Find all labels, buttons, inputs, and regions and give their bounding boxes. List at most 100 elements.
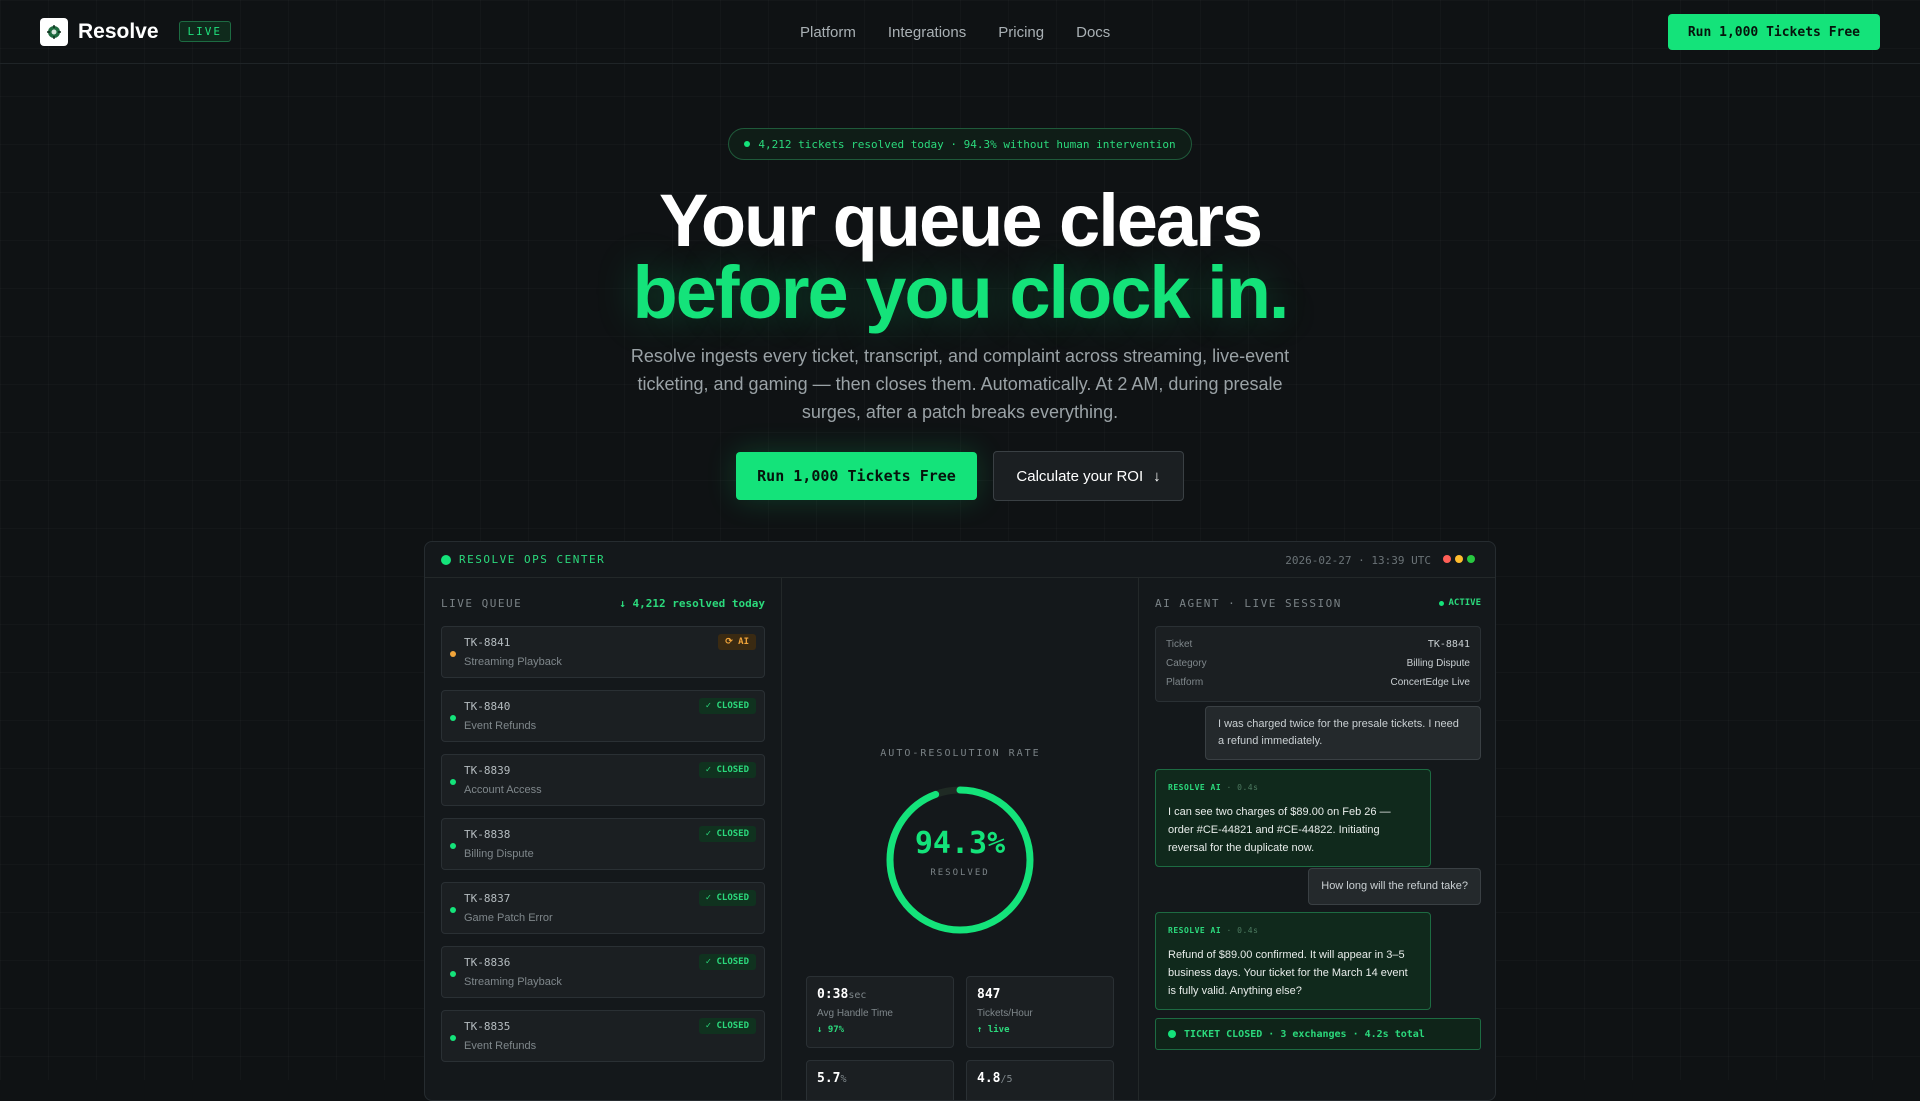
queue-status-dot-icon (450, 779, 456, 785)
metric-card: 0:38sec Avg Handle Time ↓ 97% (806, 976, 954, 1048)
ai-message-text: Refund of $89.00 confirmed. It will appe… (1168, 949, 1408, 997)
metric-label: Avg Handle Time (817, 1008, 893, 1019)
ticket-closed-bar: TICKET CLOSED · 3 exchanges · 4.2s total (1155, 1018, 1481, 1050)
metric-value: 5.7 (817, 1071, 841, 1086)
calculate-roi-button[interactable]: Calculate your ROI ↓ (993, 451, 1184, 501)
metric-unit: sec (848, 990, 867, 1001)
active-dot-icon (1439, 600, 1445, 606)
nav-link-docs[interactable]: Docs (1076, 24, 1110, 41)
window-controls (1443, 555, 1475, 563)
brand[interactable]: Resolve LIVE (40, 17, 232, 46)
metric-value: 847 (977, 987, 1001, 1002)
calculate-roi-label: Calculate your ROI (1016, 467, 1144, 485)
queue-item[interactable]: TK-8838 Billing Dispute ✓ CLOSED (441, 818, 765, 870)
queue-item[interactable]: TK-8837 Game Patch Error ✓ CLOSED (441, 882, 765, 934)
queue-status-badge: ✓ CLOSED (698, 1018, 756, 1034)
stats-pill-text: 4,212 tickets resolved today · 94.3% wit… (758, 137, 1176, 151)
resolution-rate-panel: AUTO-RESOLUTION RATE 94.3% RESOLVED 0:38… (782, 578, 1139, 1100)
ops-dashboard: RESOLVE OPS CENTER 2026-02-27 · 13:39 UT… (424, 541, 1496, 1101)
queue-ticket-category: Streaming Playback (464, 656, 562, 668)
ticket-info-value: TK-8841 (1427, 639, 1470, 650)
chat-message-ai: RESOLVE AI · 0.4s I can see two charges … (1155, 769, 1431, 867)
queue-status-dot-icon (450, 1035, 456, 1041)
arrow-down-icon: ↓ (1153, 467, 1161, 485)
active-status: ACTIVE (1448, 598, 1481, 608)
hero-subtitle: Resolve ingests every ticket, transcript… (630, 346, 1290, 422)
queue-status-badge: ✓ CLOSED (698, 890, 756, 906)
closed-dot-icon (1168, 1030, 1176, 1038)
ai-message-text: I can see two charges of $89.00 on Feb 2… (1168, 806, 1391, 854)
nav-link-integrations[interactable]: Integrations (888, 24, 966, 41)
queue-ticket-category: Event Refunds (464, 720, 537, 732)
queue-item[interactable]: TK-8836 Streaming Playback ✓ CLOSED (441, 946, 765, 998)
dashboard-timestamp: 2026-02-27 · 13:39 UTC (1285, 554, 1431, 567)
ai-response-time: · 0.4s (1226, 926, 1259, 935)
metric-value: 0:38 (817, 987, 849, 1002)
queue-status-dot-icon (450, 907, 456, 913)
live-queue-label: LIVE QUEUE (441, 596, 523, 610)
queue-status-dot-icon (450, 843, 456, 849)
queue-item[interactable]: TK-8840 Event Refunds ✓ CLOSED (441, 690, 765, 742)
metric-card: 847 Tickets/Hour ↑ live (966, 976, 1114, 1048)
queue-list: TK-8841 Streaming Playback ⟳ AI TK-8840 Even… (441, 626, 765, 1062)
dashboard-title: RESOLVE OPS CENTER (459, 553, 606, 566)
nav-links: Platform Integrations Pricing Docs (800, 0, 1110, 64)
queue-item[interactable]: TK-8839 Account Access ✓ CLOSED (441, 754, 765, 806)
nav-cta-button[interactable]: Run 1,000 Tickets Free (1667, 14, 1880, 50)
ticket-info-value: ConcertEdge Live (1390, 677, 1471, 688)
ai-tag: RESOLVE AI (1168, 926, 1222, 935)
queue-ticket-category: Billing Dispute (464, 848, 534, 860)
dashboard-header: RESOLVE OPS CENTER 2026-02-27 · 13:39 UT… (425, 542, 1495, 578)
nav-link-platform[interactable]: Platform (800, 24, 856, 41)
queue-status-badge: ✓ CLOSED (698, 698, 756, 714)
ticket-info-key: Ticket (1166, 639, 1193, 650)
headline-line-1: Your queue clears (658, 179, 1263, 262)
chat-message-ai: RESOLVE AI · 0.4s Refund of $89.00 confi… (1155, 912, 1431, 1010)
rate-value: 94.3% (914, 826, 1006, 861)
logo-icon (40, 17, 68, 46)
queue-status-badge: ✓ CLOSED (698, 762, 756, 778)
queue-status-dot-icon (450, 971, 456, 977)
agent-label: AI AGENT · LIVE SESSION (1155, 596, 1342, 610)
metric-card: 4.8/5 (966, 1060, 1114, 1100)
queue-item[interactable]: TK-8841 Streaming Playback ⟳ AI (441, 626, 765, 678)
headline-line-2: before you clock in. (632, 251, 1290, 334)
live-queue-panel: LIVE QUEUE ↓ 4,212 resolved today TK-884… (425, 578, 782, 1100)
rate-caption: RESOLVED (930, 868, 990, 878)
queue-status-badge: ⟳ AI (718, 634, 756, 650)
ticket-info-key: Platform (1166, 677, 1204, 688)
queue-status-dot-icon (450, 715, 456, 721)
nav-link-pricing[interactable]: Pricing (998, 24, 1044, 41)
ai-tag: RESOLVE AI (1168, 783, 1222, 792)
run-tickets-button[interactable]: Run 1,000 Tickets Free (736, 452, 977, 500)
active-badge: ACTIVE (1439, 598, 1481, 608)
metric-label: Tickets/Hour (977, 1008, 1033, 1019)
ticket-info-card: Ticket TK-8841 Category Billing Dispute Pl… (1155, 626, 1481, 702)
queue-ticket-category: Event Refunds (464, 1040, 537, 1052)
queue-ticket-category: Account Access (464, 784, 542, 796)
ticket-closed-text: TICKET CLOSED · 3 exchanges · 4.2s total (1184, 1028, 1425, 1040)
metric-card: 5.7% (806, 1060, 954, 1100)
window-close-icon[interactable] (1443, 555, 1451, 563)
resolved-today: ↓ 4,212 resolved today (619, 596, 765, 610)
queue-status-badge: ✓ CLOSED (698, 826, 756, 842)
queue-ticket-category: Streaming Playback (464, 976, 562, 988)
queue-status-dot-icon (450, 651, 456, 657)
metric-delta: ↓ 97% (817, 1025, 845, 1035)
window-maximize-icon[interactable] (1467, 555, 1475, 563)
top-nav: Resolve LIVE Platform Integrations Prici… (0, 0, 1920, 64)
ticket-info-value: Billing Dispute (1406, 658, 1470, 669)
queue-status-badge: ✓ CLOSED (698, 954, 756, 970)
status-dot-icon (441, 554, 451, 565)
rate-label: AUTO-RESOLUTION RATE (880, 748, 1041, 759)
ai-response-time: · 0.4s (1226, 783, 1259, 792)
brand-name: Resolve (78, 19, 159, 43)
chat-message-user: How long will the refund take? (1308, 868, 1481, 905)
chat-message-user: I was charged twice for the presale tick… (1205, 706, 1481, 760)
queue-item[interactable]: TK-8835 Event Refunds ✓ CLOSED (441, 1010, 765, 1062)
ticket-info-key: Category (1166, 658, 1207, 669)
metric-value: 4.8 (977, 1071, 1001, 1086)
queue-ticket-category: Game Patch Error (464, 912, 553, 924)
metric-delta: ↑ live (977, 1025, 1010, 1035)
window-minimize-icon[interactable] (1455, 555, 1463, 563)
